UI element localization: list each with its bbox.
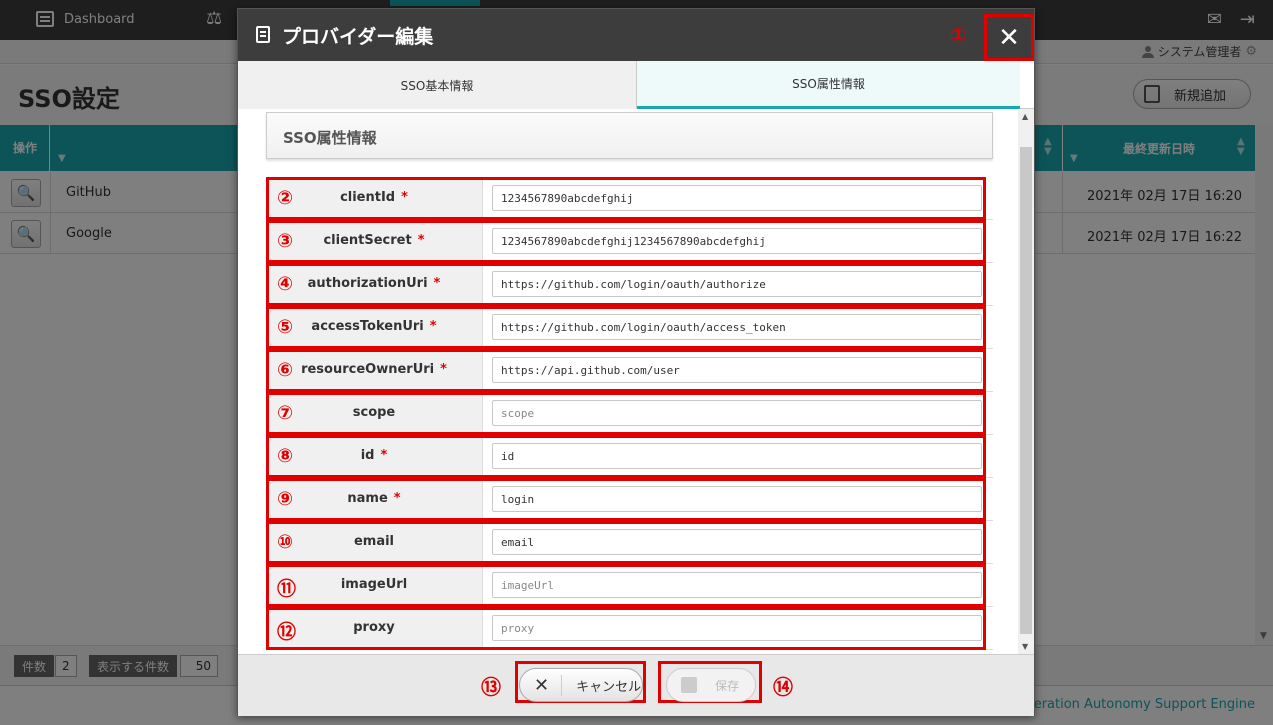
dialog-tabs: SSO基本情報 SSO属性情報 (238, 61, 1034, 109)
authorizationUri-input[interactable] (492, 271, 982, 297)
form-row-email: email ⑩ (266, 521, 993, 564)
field-label: id * (266, 435, 483, 478)
tab-sso-basic[interactable]: SSO基本情報 (238, 61, 637, 109)
field-label: name * (266, 478, 483, 521)
callout-2: ② (277, 187, 294, 209)
form-row-proxy: proxy ⑫ (266, 607, 993, 650)
dialog-title: プロバイダー編集 (282, 26, 434, 48)
save-label: 保存 (715, 678, 740, 693)
proxy-input[interactable] (492, 615, 982, 641)
callout-9: ⑨ (277, 488, 294, 510)
required-marker: * (401, 190, 408, 205)
provider-edit-dialog: プロバイダー編集 ① ✕ SSO基本情報 SSO属性情報 SSO属性情報 cli… (237, 8, 1035, 716)
callout-12: ⑫ (277, 621, 297, 643)
section-title: SSO属性情報 (283, 129, 377, 147)
form-row-scope: scope ⑦ (266, 392, 993, 435)
close-icon: ✕ (534, 674, 563, 696)
required-marker: * (440, 362, 447, 377)
required-marker: * (429, 319, 437, 334)
field-label: imageUrl (266, 564, 483, 607)
field-label: accessTokenUri * (266, 306, 483, 349)
callout-8: ⑧ (277, 445, 294, 467)
callout-4: ④ (277, 273, 294, 295)
close-button[interactable]: ✕ (984, 14, 1034, 61)
field-label-text: accessTokenUri (311, 319, 424, 334)
callout-10: ⑩ (277, 531, 294, 553)
clientId-input[interactable] (492, 185, 982, 211)
required-marker: * (393, 491, 401, 506)
cancel-button[interactable]: ✕ キャンセル (519, 668, 643, 702)
field-label: authorizationUri * (266, 263, 483, 306)
dialog-scrollbar[interactable]: ▲ ▼ (1018, 109, 1034, 654)
callout-5: ⑤ (277, 316, 294, 338)
form-row-clientId: clientId * ② (266, 177, 993, 220)
dialog-header: プロバイダー編集 ① ✕ (238, 9, 1034, 61)
email-input[interactable] (492, 529, 982, 555)
field-label-text: scope (352, 405, 396, 420)
form-row-accessTokenUri: accessTokenUri * ⑤ (266, 306, 993, 349)
imageUrl-input[interactable] (492, 572, 982, 598)
scope-input[interactable] (492, 400, 982, 426)
field-label-text: id (360, 448, 375, 463)
callout-3: ③ (277, 230, 294, 252)
callout-13: ⑬ (481, 675, 501, 699)
field-label-text: clientId (340, 190, 396, 205)
field-label-text: resourceOwnerUri (301, 362, 435, 377)
callout-1: ① (950, 23, 967, 47)
scroll-thumb[interactable] (1020, 147, 1032, 634)
required-marker: * (380, 448, 388, 463)
form-row-id: id * ⑧ (266, 435, 993, 478)
accessTokenUri-input[interactable] (492, 314, 982, 340)
clientSecret-input[interactable] (492, 228, 982, 254)
form-row-resourceOwnerUri: resourceOwnerUri * ⑥ (266, 349, 993, 392)
cancel-label: キャンセル (576, 679, 642, 695)
field-label-text: authorizationUri (307, 276, 428, 291)
callout-14: ⑭ (773, 675, 793, 699)
scroll-up-icon[interactable]: ▲ (1022, 112, 1028, 121)
document-icon (256, 26, 270, 43)
close-icon: ✕ (998, 22, 1020, 53)
form-row-authorizationUri: authorizationUri * ④ (266, 263, 993, 306)
field-label-text: proxy (353, 620, 395, 635)
resourceOwnerUri-input[interactable] (492, 357, 982, 383)
required-marker: * (433, 276, 441, 291)
id-input[interactable] (492, 443, 982, 469)
callout-11: ⑪ (277, 578, 297, 600)
callout-7: ⑦ (277, 402, 294, 424)
field-label-text: name (347, 491, 388, 506)
name-input[interactable] (492, 486, 982, 512)
dialog-footer: ⑬ ✕ キャンセル 保存 ⑭ (238, 654, 1034, 716)
field-label: resourceOwnerUri * (266, 349, 483, 392)
form-row-name: name * ⑨ (266, 478, 993, 521)
tab-sso-attributes[interactable]: SSO属性情報 (637, 61, 1020, 109)
field-label: clientId * (266, 177, 483, 220)
field-label-text: email (353, 534, 395, 549)
callout-6: ⑥ (277, 359, 294, 381)
dialog-body: SSO属性情報 clientId * ② clientSecret * ③ authoriz… (238, 109, 1034, 654)
save-icon (681, 677, 697, 693)
field-label: scope (266, 392, 483, 435)
required-marker: * (417, 233, 425, 248)
section-header: SSO属性情報 (266, 112, 993, 159)
form-row-imageUrl: imageUrl ⑪ (266, 564, 993, 607)
field-label-text: clientSecret (323, 233, 412, 248)
field-label: proxy (266, 607, 483, 650)
field-label: clientSecret * (266, 220, 483, 263)
save-button[interactable]: 保存 (666, 668, 756, 702)
field-label-text: imageUrl (340, 577, 408, 592)
field-label: email (266, 521, 483, 564)
scroll-down-icon[interactable]: ▼ (1022, 642, 1028, 651)
form-row-clientSecret: clientSecret * ③ (266, 220, 993, 263)
